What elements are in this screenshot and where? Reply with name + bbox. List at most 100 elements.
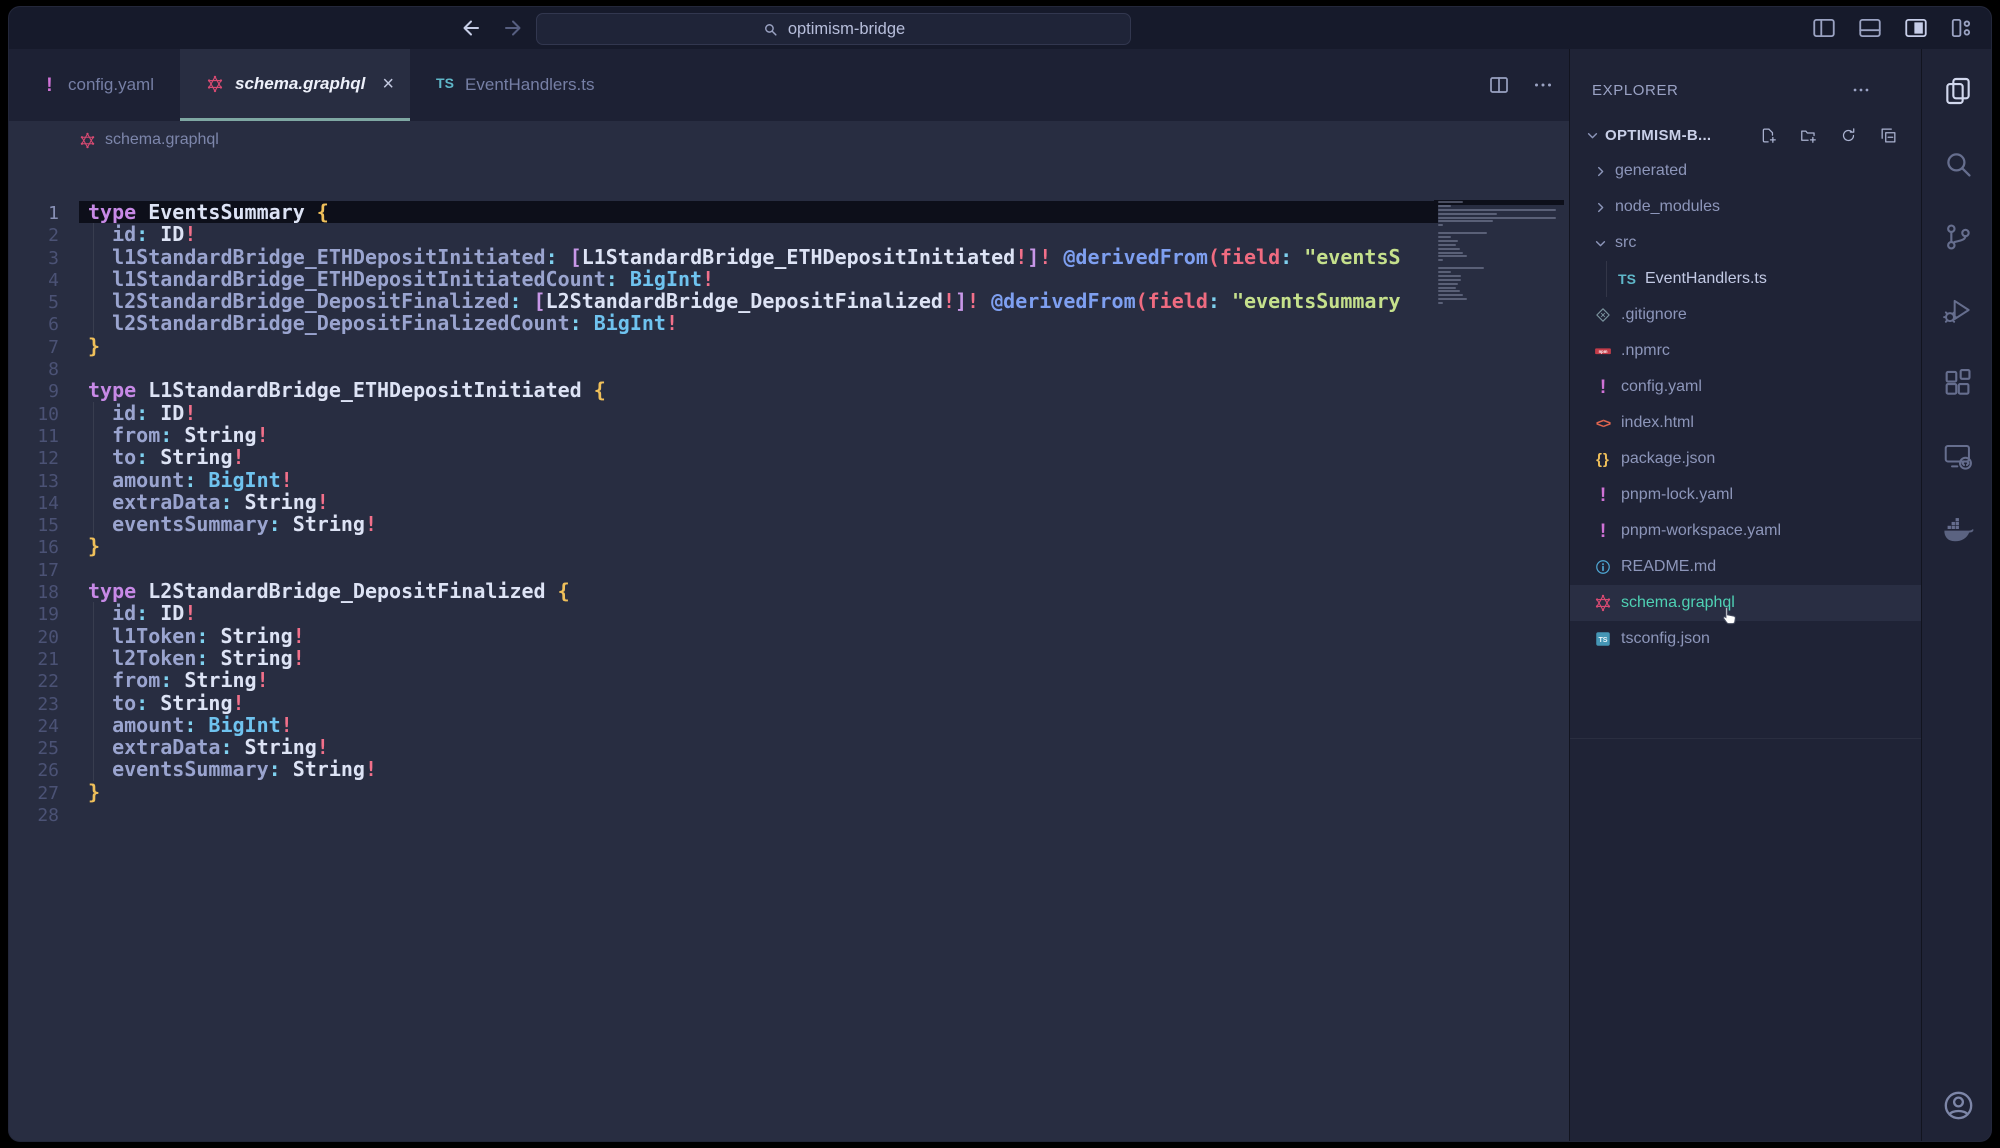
code-line-3[interactable]: 3 l1StandardBridge_ETHDepositInitiated: …	[9, 246, 1569, 268]
line-number: 23	[9, 694, 59, 716]
file-tree-item-.npmrc[interactable]: npm.npmrc	[1570, 333, 1922, 369]
line-content: to: String!	[88, 445, 245, 469]
activity-remote-icon[interactable]	[1942, 440, 1974, 472]
explorer-title: EXPLORER	[1592, 82, 1679, 99]
code-line-27[interactable]: 27}	[9, 781, 1569, 803]
explorer-more-actions-icon[interactable]	[1850, 79, 1872, 101]
code-line-24[interactable]: 24 amount: BigInt!	[9, 714, 1569, 736]
line-content: l1StandardBridge_ETHDepositInitiatedCoun…	[88, 267, 714, 291]
line-content: l2Token: String!	[88, 646, 305, 670]
line-number: 9	[9, 381, 59, 403]
file-tree-item-.gitignore[interactable]: .gitignore	[1570, 297, 1922, 333]
file-label: pnpm-workspace.yaml	[1621, 522, 1781, 540]
line-number: 2	[9, 225, 59, 247]
file-tree-item-node_modules[interactable]: node_modules	[1570, 189, 1922, 225]
line-content: type EventsSummary {	[88, 200, 329, 224]
line-content: l2StandardBridge_DepositFinalized: [L2St…	[88, 289, 1401, 313]
line-content: from: String!	[88, 668, 269, 692]
code-line-5[interactable]: 5 l2StandardBridge_DepositFinalized: [L2…	[9, 290, 1569, 312]
code-line-8[interactable]: 8	[9, 357, 1569, 379]
file-tree-item-src[interactable]: src	[1570, 225, 1922, 261]
code-line-19[interactable]: 19 id: ID!	[9, 602, 1569, 624]
layout-secondary-sidebar-icon[interactable]	[1903, 15, 1929, 41]
refresh-icon[interactable]	[1839, 126, 1858, 145]
chevron-down-icon	[1592, 235, 1609, 252]
explorer-sidebar: EXPLORER OPTIMISM-B... generated node_mod…	[1569, 49, 1922, 1141]
more-actions-icon[interactable]	[1531, 73, 1555, 97]
code-line-25[interactable]: 25 extraData: String!	[9, 736, 1569, 758]
layout-sidebar-icon[interactable]	[1811, 15, 1837, 41]
file-tree-item-tsconfig.json[interactable]: TStsconfig.json	[1570, 621, 1922, 657]
file-tree-item-generated[interactable]: generated	[1570, 153, 1922, 189]
code-line-16[interactable]: 16}	[9, 535, 1569, 557]
file-label: tsconfig.json	[1621, 630, 1710, 648]
close-tab-icon[interactable]: ×	[382, 74, 394, 94]
tab-label: EventHandlers.ts	[465, 75, 594, 95]
breadcrumb[interactable]: schema.graphql	[9, 121, 1569, 159]
json-braces-icon: {}	[1594, 450, 1612, 468]
code-line-13[interactable]: 13 amount: BigInt!	[9, 469, 1569, 491]
split-editor-icon[interactable]	[1487, 73, 1511, 97]
graphql-file-icon	[79, 132, 96, 149]
line-number: 20	[9, 627, 59, 649]
line-number: 21	[9, 649, 59, 671]
new-folder-icon[interactable]	[1799, 126, 1818, 145]
activity-source-control-icon[interactable]	[1942, 221, 1974, 253]
file-tree-item-config.yaml[interactable]: !config.yaml	[1570, 369, 1922, 405]
file-tree-item-pnpm-workspace.yaml[interactable]: !pnpm-workspace.yaml	[1570, 513, 1922, 549]
code-line-1[interactable]: 1type EventsSummary {	[9, 201, 1569, 223]
tab-config.yaml[interactable]: !config.yaml	[13, 49, 180, 121]
line-number: 19	[9, 604, 59, 626]
file-tree-item-README.md[interactable]: README.md	[1570, 549, 1922, 585]
code-line-18[interactable]: 18type L2StandardBridge_DepositFinalized…	[9, 580, 1569, 602]
line-number: 26	[9, 760, 59, 782]
activity-run-debug-icon[interactable]	[1942, 294, 1974, 326]
chevron-right-icon	[1592, 163, 1609, 180]
activity-explorer-icon[interactable]	[1942, 75, 1974, 107]
code-line-2[interactable]: 2 id: ID!	[9, 223, 1569, 245]
activity-docker-icon[interactable]	[1942, 513, 1974, 545]
code-line-14[interactable]: 14 extraData: String!	[9, 491, 1569, 513]
file-label: generated	[1615, 162, 1687, 180]
vscode-window: optimism-bridge !config.yamlschema.graph…	[8, 6, 1992, 1142]
code-line-26[interactable]: 26 eventsSummary: String!	[9, 758, 1569, 780]
explorer-root-folder[interactable]: OPTIMISM-B...	[1570, 117, 1922, 153]
minimap[interactable]	[1438, 201, 1558, 331]
activity-account-icon[interactable]	[1941, 1088, 1976, 1123]
line-content: amount: BigInt!	[88, 713, 293, 737]
file-tree-item-schema.graphql[interactable]: schema.graphql	[1570, 585, 1922, 621]
code-line-10[interactable]: 10 id: ID!	[9, 402, 1569, 424]
code-line-7[interactable]: 7}	[9, 335, 1569, 357]
code-line-4[interactable]: 4 l1StandardBridge_ETHDepositInitiatedCo…	[9, 268, 1569, 290]
code-line-11[interactable]: 11 from: String!	[9, 424, 1569, 446]
new-file-icon[interactable]	[1759, 126, 1778, 145]
file-tree-item-index.html[interactable]: <>index.html	[1570, 405, 1922, 441]
tab-EventHandlers.ts[interactable]: TSEventHandlers.ts	[410, 49, 620, 121]
line-number: 17	[9, 560, 59, 582]
file-tree-item-package.json[interactable]: {}package.json	[1570, 441, 1922, 477]
code-line-28[interactable]: 28	[9, 803, 1569, 825]
tab-schema.graphql[interactable]: schema.graphql×	[180, 49, 410, 121]
navigate-back-icon[interactable]	[459, 16, 483, 40]
customize-layout-icon[interactable]	[1949, 15, 1975, 41]
line-number: 3	[9, 248, 59, 270]
collapse-all-icon[interactable]	[1879, 126, 1898, 145]
code-line-23[interactable]: 23 to: String!	[9, 692, 1569, 714]
code-line-12[interactable]: 12 to: String!	[9, 446, 1569, 468]
code-line-20[interactable]: 20 l1Token: String!	[9, 625, 1569, 647]
navigate-forward-icon[interactable]	[501, 16, 525, 40]
activity-extensions-icon[interactable]	[1942, 367, 1974, 399]
file-tree-item-pnpm-lock.yaml[interactable]: !pnpm-lock.yaml	[1570, 477, 1922, 513]
code-line-17[interactable]: 17	[9, 558, 1569, 580]
code-line-6[interactable]: 6 l2StandardBridge_DepositFinalizedCount…	[9, 312, 1569, 334]
file-label: index.html	[1621, 414, 1694, 432]
layout-panel-icon[interactable]	[1857, 15, 1883, 41]
code-line-22[interactable]: 22 from: String!	[9, 669, 1569, 691]
code-line-21[interactable]: 21 l2Token: String!	[9, 647, 1569, 669]
activity-search-icon[interactable]	[1942, 148, 1974, 180]
code-line-15[interactable]: 15 eventsSummary: String!	[9, 513, 1569, 535]
command-center-search[interactable]: optimism-bridge	[536, 13, 1131, 45]
line-content: l1Token: String!	[88, 624, 305, 648]
file-tree-item-EventHandlers.ts[interactable]: TSEventHandlers.ts	[1570, 261, 1922, 297]
code-line-9[interactable]: 9type L1StandardBridge_ETHDepositInitiat…	[9, 379, 1569, 401]
